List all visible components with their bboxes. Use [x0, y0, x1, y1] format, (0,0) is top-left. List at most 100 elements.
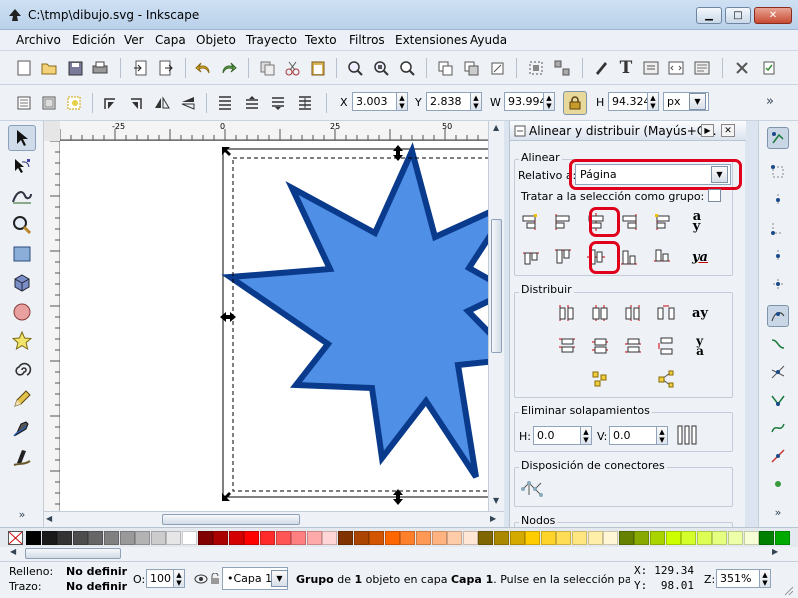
distribute-top-edges-icon[interactable] [555, 334, 579, 358]
w-input[interactable]: 93.994 [504, 92, 547, 111]
scroll-up-icon[interactable]: ▲ [493, 123, 499, 132]
h-stepper[interactable]: ▲ ▼ [647, 92, 659, 111]
align-left-edges-icon[interactable] [551, 210, 575, 234]
color-swatch[interactable] [166, 531, 182, 545]
color-swatch[interactable] [57, 531, 73, 545]
dock-iconify-icon[interactable]: ▶ [701, 124, 714, 137]
v-gap-input[interactable]: 0.0 [609, 426, 657, 445]
menu-ayuda[interactable]: Ayuda [470, 33, 507, 47]
color-swatch[interactable] [540, 531, 556, 545]
snap-object-centers-icon[interactable] [767, 473, 789, 495]
print-icon[interactable] [91, 59, 109, 77]
tweak-tool-icon[interactable] [8, 183, 36, 209]
snap-paths-icon[interactable] [767, 333, 789, 355]
calligraphy-tool-icon[interactable] [8, 444, 36, 470]
color-swatch[interactable] [743, 531, 759, 545]
distribute-gaps-horizontal-icon[interactable] [654, 301, 678, 325]
snap-nodes-icon[interactable] [767, 305, 789, 327]
align-right-to-left-anchor-icon[interactable] [519, 210, 543, 234]
star-tool-icon[interactable] [8, 328, 36, 354]
menu-edicion[interactable]: Edición [72, 33, 115, 47]
horizontal-ruler[interactable]: -25 0 25 50 [60, 121, 488, 141]
distribute-baseline-horizontal-icon[interactable]: ay [688, 301, 712, 325]
dock-close-icon[interactable]: ✕ [721, 124, 735, 137]
zoom-selection-icon[interactable] [346, 59, 364, 77]
color-swatch[interactable] [322, 531, 338, 545]
color-swatch[interactable] [41, 531, 57, 545]
export-icon[interactable] [157, 59, 175, 77]
scroll-right-icon[interactable]: ▶ [490, 514, 496, 523]
color-swatch[interactable] [400, 531, 416, 545]
lower-to-bottom-icon[interactable] [296, 94, 314, 112]
color-swatch[interactable] [291, 531, 307, 545]
scroll-left-icon[interactable]: ◀ [46, 514, 52, 523]
rotate-cw-icon[interactable] [127, 94, 145, 112]
opacity-input[interactable]: 100 [146, 569, 174, 588]
color-swatch[interactable] [275, 531, 291, 545]
palette-scroll-right-icon[interactable]: ▶ [772, 547, 778, 556]
color-swatch[interactable] [72, 531, 88, 545]
remove-overlaps-icon[interactable] [675, 423, 699, 447]
new-document-icon[interactable] [15, 59, 33, 77]
color-swatch[interactable] [572, 531, 587, 545]
redo-icon[interactable] [220, 59, 238, 77]
color-swatch[interactable] [260, 531, 275, 545]
color-swatch[interactable] [712, 531, 728, 545]
horizontal-scroll-thumb[interactable] [162, 514, 300, 525]
menu-extensiones[interactable]: Extensiones [395, 33, 468, 47]
v-gap-stepper[interactable]: ▲ ▼ [656, 426, 668, 445]
ellipse-tool-icon[interactable] [8, 299, 36, 325]
drawing-canvas[interactable] [60, 141, 488, 511]
snap-smooth-nodes-icon[interactable] [767, 417, 789, 439]
color-swatch[interactable] [478, 531, 494, 545]
lower-icon[interactable] [269, 94, 287, 112]
menu-texto[interactable]: Texto [305, 33, 337, 47]
color-swatch[interactable] [26, 531, 41, 545]
align-right-edges-icon[interactable] [617, 210, 641, 234]
color-swatch[interactable] [587, 531, 603, 545]
menu-ver[interactable]: Ver [124, 33, 144, 47]
pen-tool-icon[interactable] [8, 415, 36, 441]
snap-bbox-edges-icon[interactable] [767, 189, 789, 211]
rotate-ccw-icon[interactable] [101, 94, 119, 112]
color-swatch[interactable] [104, 531, 119, 545]
color-swatch[interactable] [182, 531, 197, 545]
color-swatch[interactable] [509, 531, 525, 545]
color-swatch[interactable] [447, 531, 463, 545]
color-swatch[interactable] [556, 531, 572, 545]
menu-objeto[interactable]: Objeto [196, 33, 236, 47]
toolbar-overflow-icon[interactable]: » [766, 94, 774, 109]
vertical-scrollbar[interactable]: ▲ ▼ [488, 121, 504, 511]
vertical-ruler[interactable] [44, 141, 60, 511]
align-top-edges-icon[interactable] [551, 245, 575, 269]
color-swatch[interactable] [150, 531, 166, 545]
paste-icon[interactable] [309, 59, 327, 77]
menu-capa[interactable]: Capa [155, 33, 186, 47]
color-swatch[interactable] [634, 531, 650, 545]
zoom-tool-icon[interactable] [8, 212, 36, 238]
toolbox-overflow-icon[interactable]: » [8, 501, 36, 527]
snap-bbox-centers-icon[interactable] [767, 273, 789, 295]
color-swatch[interactable] [603, 531, 619, 545]
zoom-input[interactable]: 351% [716, 569, 760, 588]
save-icon[interactable] [66, 59, 84, 77]
stroke-value[interactable]: No definir [66, 580, 127, 593]
open-folder-icon[interactable] [40, 59, 58, 77]
color-swatch[interactable] [774, 531, 790, 545]
color-swatch[interactable] [759, 531, 775, 545]
snap-enable-icon[interactable] [767, 127, 789, 149]
palette-scroll-left-icon[interactable]: ◀ [10, 547, 16, 556]
color-swatch[interactable] [244, 531, 260, 545]
color-swatch[interactable] [494, 531, 509, 545]
vertical-scroll-thumb[interactable] [491, 219, 502, 353]
color-swatch[interactable] [197, 531, 213, 545]
snap-midpoints-icon[interactable] [767, 445, 789, 467]
treat-as-group-checkbox[interactable] [708, 189, 721, 202]
snap-cusp-nodes-icon[interactable] [767, 389, 789, 411]
color-swatch[interactable] [384, 531, 400, 545]
clone-icon[interactable] [462, 59, 480, 77]
raise-to-top-icon[interactable] [216, 94, 234, 112]
xml-editor-icon[interactable] [642, 59, 660, 77]
w-stepper[interactable]: ▲ ▼ [543, 92, 555, 111]
y-stepper[interactable]: ▲ ▼ [470, 92, 482, 111]
